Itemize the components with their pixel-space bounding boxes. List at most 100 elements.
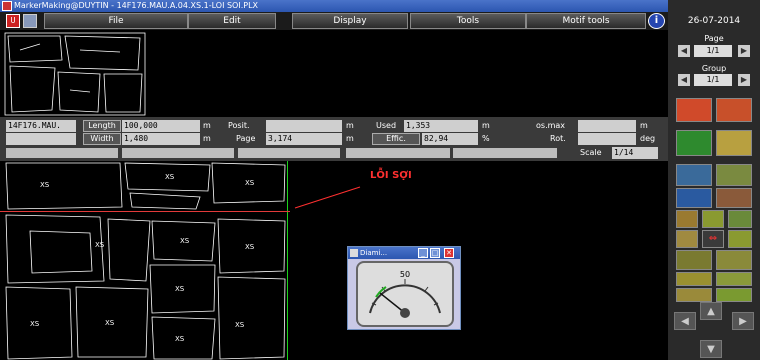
dial-window-title-text: Diami... — [360, 249, 388, 257]
marker-pieces: XS XS XS XS XS XS XS XS XS XS XS — [5, 162, 361, 360]
effic-field: 82,94 — [422, 133, 478, 145]
marker-canvas-top[interactable] — [0, 30, 668, 118]
svg-text:XS: XS — [175, 285, 185, 293]
date-display: 26-07-2014 — [687, 16, 741, 26]
page-nav: ◀ 1/1 ▶ — [672, 45, 756, 59]
posit-label: Posit. — [228, 121, 250, 130]
scale-label: Scale — [580, 148, 602, 157]
align-right-tool-icon[interactable] — [728, 210, 752, 228]
page-next-button[interactable]: ▶ — [738, 45, 750, 57]
table-tool-icon[interactable] — [716, 288, 752, 302]
pos-max-label: os.max — [536, 121, 566, 130]
page-prev-button[interactable]: ◀ — [678, 45, 690, 57]
save-disk-icon[interactable] — [23, 14, 37, 28]
length-field[interactable]: 100,000 — [122, 120, 200, 132]
status-field-5 — [453, 148, 557, 158]
flip-tool-icon[interactable] — [716, 188, 752, 208]
spread-tool-icon[interactable] — [728, 230, 752, 248]
length-unit: m — [203, 121, 211, 130]
rotate-piece-tool-icon[interactable] — [716, 98, 752, 122]
svg-text:XS: XS — [95, 241, 105, 249]
marker-canvas[interactable]: XS XS XS XS XS XS XS XS XS XS XS — [0, 161, 668, 360]
pos-max-unit: m — [640, 121, 648, 130]
status-field-3 — [238, 148, 340, 158]
page-unit: m — [346, 134, 354, 143]
group-nav: ◀ 1/1 ▶ — [672, 74, 756, 88]
fill-tool-icon[interactable] — [716, 272, 752, 286]
double-arrow-tool-icon[interactable]: ⇔ — [702, 230, 724, 248]
app-icon — [2, 1, 12, 11]
pos-max-field[interactable] — [578, 120, 636, 132]
width-label: Width — [83, 133, 121, 145]
width-field[interactable]: 1,480 — [122, 133, 200, 145]
svg-text:XS: XS — [175, 335, 185, 343]
marker-name-field: 14F176.MAU. — [6, 120, 76, 132]
window-title: MarkerMaking@DUYTIN - 14F176.MAU.A.04.XS… — [14, 1, 259, 10]
rot-label: Rot. — [550, 134, 566, 143]
split-tool-icon[interactable] — [716, 250, 752, 270]
menu-tools[interactable]: Tools — [410, 13, 526, 29]
mark-tool-icon[interactable] — [676, 272, 712, 286]
effic-label: Effic. — [372, 133, 420, 145]
move-piece-tool-icon[interactable] — [676, 98, 712, 122]
svg-text:XS: XS — [165, 173, 175, 181]
svg-text:XS: XS — [245, 243, 255, 251]
status-field-1 — [6, 148, 118, 158]
svg-text:XS: XS — [105, 319, 115, 327]
group-prev-button[interactable]: ◀ — [678, 74, 690, 86]
rot-unit: deg — [640, 134, 656, 143]
menu-edit[interactable]: Edit — [188, 13, 276, 29]
cut-line-green — [287, 161, 288, 360]
efficiency-gauge: 50 — [356, 261, 454, 327]
gauge-value: 50 — [400, 270, 410, 279]
status-field-4 — [346, 148, 450, 158]
menu-file[interactable]: File — [44, 13, 188, 29]
scale-field[interactable]: 1/14 — [612, 147, 658, 159]
layout-tool-icon[interactable] — [716, 164, 752, 186]
posit-unit: m — [346, 121, 354, 130]
window-title-bar: MarkerMaking@DUYTIN - 14F176.MAU.A.04.XS… — [0, 0, 668, 12]
used-unit: m — [482, 121, 490, 130]
length-label: Length — [83, 120, 121, 132]
bunch-tool-icon[interactable] — [676, 230, 698, 248]
zoom-tool-icon[interactable] — [676, 188, 712, 208]
hand-tool-icon[interactable] — [676, 130, 712, 156]
menu-display[interactable]: Display — [292, 13, 408, 29]
scroll-up-icon[interactable]: ▲ — [700, 302, 722, 320]
defect-line-red — [0, 211, 290, 212]
group-next-button[interactable]: ▶ — [738, 74, 750, 86]
defect-annotation: LỖI SỢI — [370, 170, 412, 181]
pen-tool-icon[interactable] — [676, 250, 712, 270]
align-left-tool-icon[interactable] — [676, 210, 698, 228]
menu-motif-tools[interactable]: Motif tools — [526, 13, 646, 29]
used-label: Used — [376, 121, 397, 130]
dial-window-icon — [350, 249, 358, 257]
group-nav-label: Group — [701, 64, 727, 73]
maximize-button[interactable]: □ — [430, 248, 440, 258]
width-unit: m — [203, 134, 211, 143]
scroll-left-icon[interactable]: ◀ — [674, 312, 696, 330]
group-nav-value: 1/1 — [694, 74, 732, 86]
undo-button[interactable]: U — [6, 14, 20, 28]
svg-text:XS: XS — [245, 179, 255, 187]
group-tool-icon[interactable] — [676, 164, 712, 186]
scroll-right-icon[interactable]: ▶ — [732, 312, 754, 330]
scroll-down-icon[interactable]: ▼ — [700, 340, 722, 358]
marker-pieces-top — [4, 32, 146, 116]
effic-unit: % — [482, 134, 490, 143]
piece-list-tool-icon[interactable] — [676, 288, 712, 302]
info-icon[interactable]: i — [648, 13, 665, 29]
posit-field[interactable] — [266, 120, 342, 132]
page-nav-value: 1/1 — [694, 45, 732, 57]
svg-text:XS: XS — [180, 237, 190, 245]
minimize-button[interactable]: _ — [418, 248, 428, 258]
place-piece-tool-icon[interactable] — [716, 130, 752, 156]
dial-window[interactable]: Diami... _ □ ✕ 50 — [347, 246, 461, 330]
svg-text:XS: XS — [235, 321, 245, 329]
marker-name-extra-field — [6, 133, 76, 145]
svg-text:XS: XS — [30, 320, 40, 328]
page-field: 3,174 — [266, 133, 342, 145]
close-button[interactable]: ✕ — [444, 248, 454, 258]
rot-field[interactable] — [578, 133, 636, 145]
align-center-tool-icon[interactable] — [702, 210, 724, 228]
